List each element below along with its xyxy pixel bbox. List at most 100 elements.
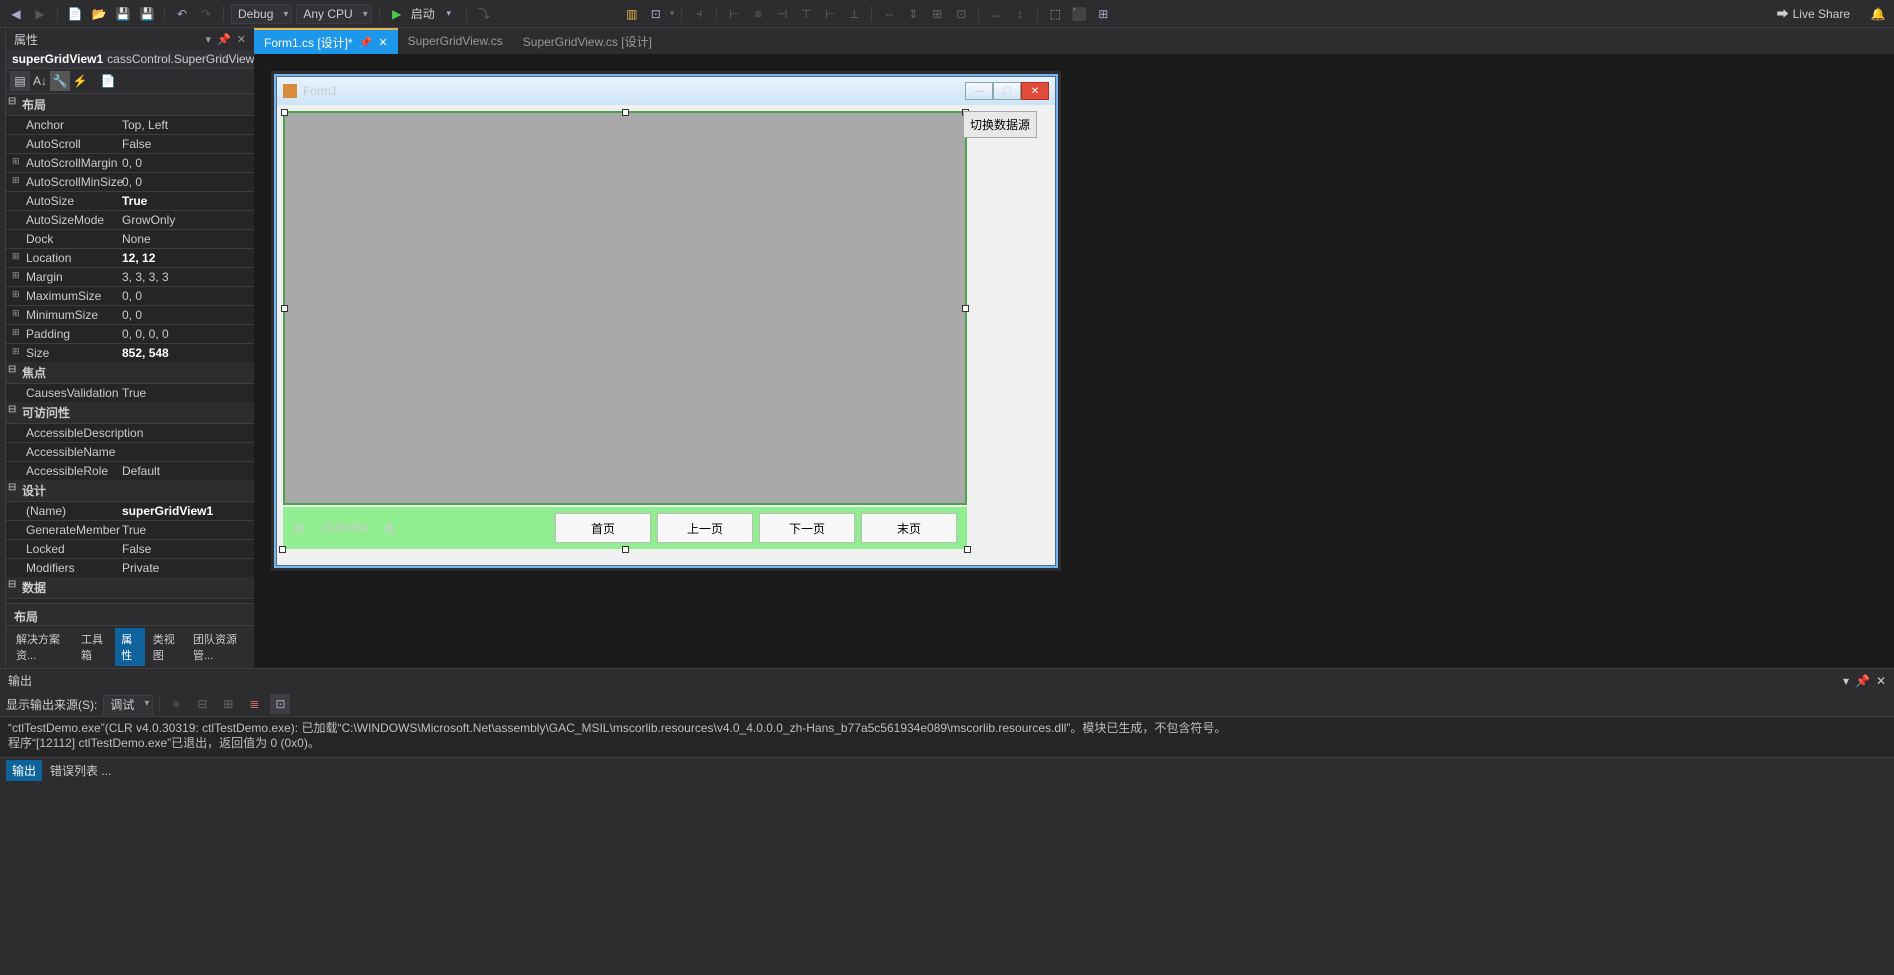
- vcenter-icon[interactable]: ↕: [1010, 4, 1030, 24]
- property-category[interactable]: 焦点: [6, 362, 254, 383]
- property-value[interactable]: Default: [118, 462, 254, 480]
- property-value[interactable]: 12, 12: [118, 249, 254, 267]
- close-tab-icon[interactable]: ✕: [378, 36, 387, 49]
- property-value[interactable]: [118, 599, 254, 603]
- pager-last-button[interactable]: 末页: [861, 513, 957, 543]
- panel-menu-icon[interactable]: ▾: [206, 33, 212, 46]
- property-value[interactable]: Top, Left: [118, 116, 254, 134]
- new-project-icon[interactable]: 📄: [65, 4, 85, 24]
- save-all-icon[interactable]: 💾: [137, 4, 157, 24]
- grid-icon[interactable]: ⊡: [951, 4, 971, 24]
- align-left-icon[interactable]: ⊢: [724, 4, 744, 24]
- property-value[interactable]: 0, 0: [118, 306, 254, 324]
- property-row[interactable]: Size852, 548: [6, 343, 254, 362]
- property-value[interactable]: Private: [118, 559, 254, 577]
- property-value[interactable]: True: [118, 192, 254, 210]
- property-row[interactable]: (Name)superGridView1: [6, 501, 254, 520]
- config-select[interactable]: Debug: [231, 7, 292, 21]
- property-value[interactable]: [118, 443, 254, 461]
- property-value[interactable]: GrowOnly: [118, 211, 254, 229]
- output-tab[interactable]: 错误列表 ...: [44, 760, 117, 781]
- property-row[interactable]: AutoScrollMinSize0, 0: [6, 172, 254, 191]
- props-tab[interactable]: 团队资源管...: [187, 628, 250, 666]
- props-tab[interactable]: 工具箱: [75, 628, 113, 666]
- run-dropdown-icon[interactable]: ▾: [439, 4, 459, 24]
- property-row[interactable]: AccessibleDescription: [6, 423, 254, 442]
- liveshare-button[interactable]: ⮕ Live Share: [1769, 5, 1858, 22]
- property-row[interactable]: (ApplicationSettings): [6, 598, 254, 603]
- alphabetical-icon[interactable]: A↓: [30, 71, 50, 91]
- property-row[interactable]: AccessibleName: [6, 442, 254, 461]
- output-body[interactable]: “ctlTestDemo.exe”(CLR v4.0.30319: ctlTes…: [0, 717, 1894, 757]
- property-value[interactable]: 3, 3, 3, 3: [118, 268, 254, 286]
- run-label[interactable]: 启动: [411, 5, 435, 22]
- property-category[interactable]: 设计: [6, 480, 254, 501]
- minimize-button[interactable]: —: [965, 82, 993, 100]
- property-row[interactable]: AutoScrollFalse: [6, 134, 254, 153]
- open-icon[interactable]: 📂: [89, 4, 109, 24]
- nav-back-icon[interactable]: ◀: [6, 4, 26, 24]
- property-row[interactable]: MinimumSize0, 0: [6, 305, 254, 324]
- property-row[interactable]: Margin3, 3, 3, 3: [6, 267, 254, 286]
- property-row[interactable]: LockedFalse: [6, 539, 254, 558]
- output-menu-icon[interactable]: ▾: [1843, 674, 1849, 688]
- nav-fwd-icon[interactable]: ▶: [30, 4, 50, 24]
- close-button[interactable]: ✕: [1021, 82, 1049, 100]
- prop-pages-icon[interactable]: 📄: [98, 71, 118, 91]
- output-source-select[interactable]: 调试: [103, 696, 153, 713]
- align-1-icon[interactable]: ⫞: [689, 4, 709, 24]
- align-bot-icon[interactable]: ⊥: [844, 4, 864, 24]
- output-close-icon[interactable]: ✕: [1876, 674, 1886, 688]
- property-value[interactable]: 0, 0, 0, 0: [118, 325, 254, 343]
- align-mid-icon[interactable]: ⊢: [820, 4, 840, 24]
- super-grid-view[interactable]: [283, 111, 967, 505]
- property-row[interactable]: GenerateMemberTrue: [6, 520, 254, 539]
- property-category[interactable]: 布局: [6, 94, 254, 115]
- property-category[interactable]: 可访问性: [6, 402, 254, 423]
- property-value[interactable]: None: [118, 230, 254, 248]
- hspace-icon[interactable]: ⇔: [879, 4, 899, 24]
- property-value[interactable]: False: [118, 540, 254, 558]
- property-row[interactable]: AutoSizeModeGrowOnly: [6, 210, 254, 229]
- run-icon[interactable]: ▶: [387, 4, 407, 24]
- property-row[interactable]: Location12, 12: [6, 248, 254, 267]
- find-icon[interactable]: ⊡: [646, 4, 666, 24]
- property-row[interactable]: ModifiersPrivate: [6, 558, 254, 577]
- pin-icon[interactable]: 📌: [359, 36, 373, 49]
- form-designer[interactable]: Form1 — ☐ ✕: [276, 76, 1056, 566]
- align-top-icon[interactable]: ⊤: [796, 4, 816, 24]
- maximize-button[interactable]: ☐: [993, 82, 1021, 100]
- design-surface[interactable]: Form1 — ☐ ✕: [254, 54, 1894, 668]
- property-category[interactable]: 数据: [6, 577, 254, 598]
- selected-object-row[interactable]: superGridView1 cassControl.SuperGridView: [6, 50, 254, 69]
- events-icon[interactable]: ⚡: [70, 71, 90, 91]
- vspace-icon[interactable]: ⇕: [903, 4, 923, 24]
- size-icon[interactable]: ⊞: [927, 4, 947, 24]
- out-clear-icon[interactable]: ≡: [166, 694, 186, 714]
- out-toggle2-icon[interactable]: ⊞: [218, 694, 238, 714]
- folder-icon[interactable]: ▥: [622, 4, 642, 24]
- property-value[interactable]: True: [118, 521, 254, 539]
- step-icon[interactable]: ⤵: [474, 4, 494, 24]
- categorized-icon[interactable]: ▤: [10, 71, 30, 91]
- switch-datasource-button[interactable]: 切换数据源: [963, 111, 1037, 138]
- props-tab[interactable]: 类视图: [147, 628, 185, 666]
- property-row[interactable]: DockNone: [6, 229, 254, 248]
- panel-close-icon[interactable]: ✕: [237, 33, 246, 46]
- props-tab[interactable]: 属性: [115, 628, 144, 666]
- out-wrap-icon[interactable]: ≣: [244, 694, 264, 714]
- pager-prev-button[interactable]: 上一页: [657, 513, 753, 543]
- bring-front-icon[interactable]: ⬚: [1045, 4, 1065, 24]
- tab-order-icon[interactable]: ⊞: [1093, 4, 1113, 24]
- align-right-icon[interactable]: ⊣: [772, 4, 792, 24]
- redo-icon[interactable]: ↷: [196, 4, 216, 24]
- out-autoscroll-icon[interactable]: ⊡: [270, 694, 290, 714]
- align-center-icon[interactable]: ≡: [748, 4, 768, 24]
- properties-grid[interactable]: 布局AnchorTop, LeftAutoScrollFalseAutoScro…: [6, 94, 254, 603]
- editor-tab[interactable]: SuperGridView.cs [设计]: [513, 28, 662, 54]
- property-value[interactable]: 0, 0: [118, 173, 254, 191]
- props-tab[interactable]: 解决方案资...: [10, 628, 73, 666]
- property-row[interactable]: AutoScrollMargin0, 0: [6, 153, 254, 172]
- notif-icon[interactable]: 🔔: [1868, 4, 1888, 24]
- pager-first-button[interactable]: 首页: [555, 513, 651, 543]
